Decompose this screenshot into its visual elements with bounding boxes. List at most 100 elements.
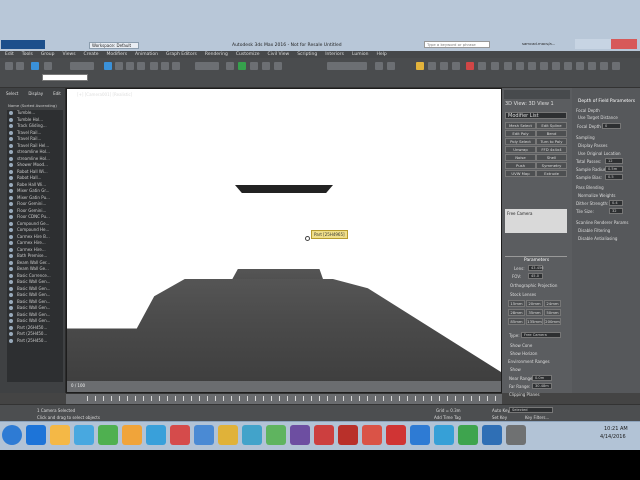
free-camera-stack-item[interactable]: Free Camera	[507, 211, 565, 216]
lens-20mm-button[interactable]: 20mm	[526, 300, 543, 307]
tile-size-input[interactable]: 32	[609, 208, 623, 214]
menu-lumion[interactable]: Lumion	[352, 52, 369, 57]
modifier-button-edit-poly[interactable]: Edit Poly	[505, 130, 536, 137]
tab-edit[interactable]: Edit	[53, 91, 61, 96]
list-item[interactable]: Part (25H450...	[7, 338, 63, 345]
extra-tool-3-icon[interactable]	[552, 62, 560, 70]
extra-tool-2-icon[interactable]	[540, 62, 548, 70]
app-icon-5[interactable]	[170, 425, 190, 445]
unlink-icon[interactable]	[44, 62, 52, 70]
extra-tool-8-icon[interactable]	[612, 62, 620, 70]
menu-graph-editors[interactable]: Graph Editors	[166, 52, 197, 57]
search-input[interactable]: Type a keyword or phrase	[424, 41, 490, 48]
command-panel-tabs[interactable]	[504, 90, 570, 99]
app-icon-6[interactable]	[194, 425, 214, 445]
modifier-button-noise[interactable]: Noise	[505, 154, 536, 161]
lens-200mm-button[interactable]: 200mm	[544, 318, 561, 325]
disable-antialiasing-checkbox[interactable]: Disable Antialiasing	[578, 236, 617, 241]
menu-edit[interactable]: Edit	[5, 52, 14, 57]
viewport[interactable]: [+] [Camera001] [Realistic] Part [25H496…	[66, 88, 502, 393]
rectangle-select-icon[interactable]	[126, 62, 134, 70]
curve-editor-icon[interactable]	[440, 62, 448, 70]
rendered-frame-window-icon[interactable]	[491, 62, 499, 70]
pivot-icon[interactable]	[226, 62, 234, 70]
menu-create[interactable]: Create	[84, 52, 99, 57]
modifier-stack-list[interactable]: Free Camera	[505, 209, 567, 233]
workspace-selector[interactable]: Workspace: Default	[89, 42, 139, 49]
menu-interiors[interactable]: Interiors	[325, 52, 344, 57]
app-icon-13[interactable]	[362, 425, 382, 445]
select-object-icon[interactable]	[104, 62, 112, 70]
move-icon[interactable]	[150, 62, 158, 70]
app-icon-4[interactable]	[146, 425, 166, 445]
named-selection-set-dropdown[interactable]	[327, 62, 367, 70]
modifier-button-mesh-select[interactable]: Mesh Select	[505, 122, 536, 129]
set-key-button[interactable]: Set Key	[492, 415, 507, 420]
align-icon[interactable]	[387, 62, 395, 70]
app-icon-7[interactable]	[218, 425, 238, 445]
display-passes-checkbox[interactable]: Display Passes	[578, 143, 607, 148]
render-setup-icon[interactable]	[478, 62, 486, 70]
minimize-button[interactable]	[575, 39, 593, 49]
overhead-bar-object[interactable]	[235, 185, 333, 193]
fov-input[interactable]: 45.0	[528, 273, 543, 279]
app-icon-12[interactable]	[338, 425, 358, 445]
app-icon-14[interactable]	[386, 425, 406, 445]
link-icon[interactable]	[31, 62, 39, 70]
app-icon-15[interactable]	[410, 425, 430, 445]
menu-help[interactable]: Help	[377, 52, 387, 57]
windows-start-icon[interactable]	[2, 425, 22, 445]
scene-list[interactable]: Tumble... Tumble Hol... Track Gliding...…	[7, 110, 63, 382]
app-icon-10[interactable]	[290, 425, 310, 445]
sample-radius-input[interactable]: 0.5m	[605, 166, 623, 172]
modifier-button-unwrap[interactable]: Unwrap	[505, 146, 536, 153]
lens-85mm-button[interactable]: 85mm	[508, 318, 525, 325]
render-icon[interactable]	[516, 62, 524, 70]
app-icon-1[interactable]	[74, 425, 94, 445]
show-horizon-checkbox[interactable]: Show Horizon	[510, 351, 537, 356]
modifier-button-shell[interactable]: Shell	[536, 154, 567, 161]
menu-group[interactable]: Group	[41, 52, 55, 57]
extra-tool-7-icon[interactable]	[600, 62, 608, 70]
lens-input[interactable]: 43.456	[528, 265, 544, 271]
extra-tool-4-icon[interactable]	[564, 62, 572, 70]
extra-tool-6-icon[interactable]	[588, 62, 596, 70]
maximize-button[interactable]	[593, 39, 611, 49]
timeline[interactable]	[66, 393, 502, 404]
camera-type-dropdown[interactable]: Free Camera	[521, 332, 561, 338]
orthographic-projection-checkbox[interactable]: Orthographic Projection	[510, 283, 557, 288]
render-production-icon[interactable]	[504, 62, 512, 70]
undo-icon[interactable]	[5, 62, 13, 70]
app-icon-18[interactable]	[482, 425, 502, 445]
window-crossing-icon[interactable]	[137, 62, 145, 70]
menu-animation[interactable]: Animation	[135, 52, 158, 57]
show-cone-checkbox[interactable]: Show Cone	[510, 343, 532, 348]
modifier-button-uvw-map[interactable]: UVW Map	[505, 170, 536, 177]
auto-key-button[interactable]: Auto Key	[492, 408, 510, 413]
near-range-input[interactable]: 0.0m	[532, 375, 552, 381]
modifier-button-ffd[interactable]: FFD 4x4x4	[536, 146, 567, 153]
mirror-icon[interactable]	[375, 62, 383, 70]
app-icon-16[interactable]	[434, 425, 454, 445]
menu-scripting[interactable]: Scripting	[297, 52, 317, 57]
environment-show-checkbox[interactable]: Show	[510, 367, 521, 372]
reference-coordinate-dropdown[interactable]	[195, 62, 219, 70]
modifier-button-push[interactable]: Push	[505, 162, 536, 169]
app-icon-8[interactable]	[242, 425, 262, 445]
snap-icon[interactable]	[238, 62, 246, 70]
lens-35mm-button[interactable]: 35mm	[526, 309, 543, 316]
modifier-button-edit-spline[interactable]: Edit Spline	[536, 122, 567, 129]
use-target-distance-checkbox[interactable]: Use Target Distance	[578, 115, 618, 120]
angle-snap-icon[interactable]	[250, 62, 258, 70]
viewport-time-slider[interactable]	[67, 381, 501, 392]
modifier-button-symmetry[interactable]: Symmetry	[536, 162, 567, 169]
lens-50mm-button[interactable]: 50mm	[544, 309, 561, 316]
lens-24mm-button[interactable]: 24mm	[544, 300, 561, 307]
selection-filter[interactable]	[70, 62, 94, 70]
menu-modifiers[interactable]: Modifiers	[107, 52, 128, 57]
menu-rendering[interactable]: Rendering	[205, 52, 228, 57]
app-icon-2[interactable]	[98, 425, 118, 445]
app-logo[interactable]	[1, 40, 45, 49]
far-range-input[interactable]: 30.48m	[532, 383, 552, 389]
lens-28mm-button[interactable]: 28mm	[508, 309, 525, 316]
